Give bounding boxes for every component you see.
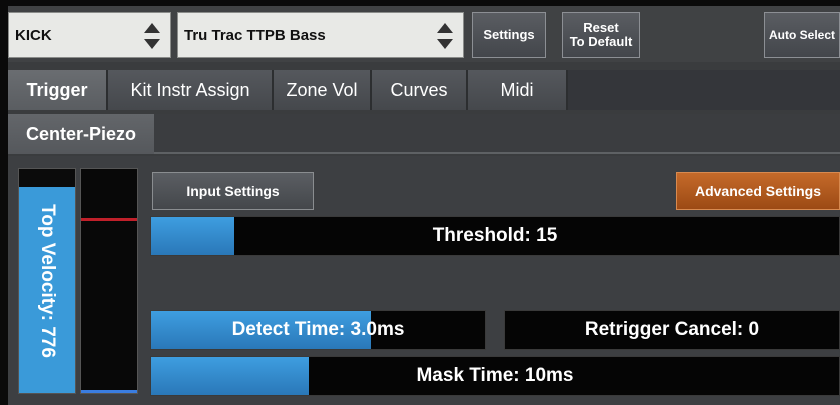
zone-bar: Center-Piezo	[8, 114, 840, 154]
tab-curves[interactable]: Curves	[372, 70, 468, 110]
up-down-arrows-icon	[144, 23, 160, 49]
mask-time-label: Mask Time: 10ms	[416, 365, 574, 386]
auto-select-button[interactable]: Auto Select	[764, 12, 840, 58]
tab-bar: Trigger Kit Instr Assign Zone Vol Curves…	[8, 70, 840, 110]
trigger-level-meter	[80, 168, 138, 394]
advanced-settings-button[interactable]: Advanced Settings	[676, 172, 840, 210]
reset-label-line1: Reset	[583, 20, 619, 35]
tab-kit-instr-assign[interactable]: Kit Instr Assign	[108, 70, 274, 110]
top-toolbar: KICK Tru Trac TTPB Bass Settings Reset T…	[8, 6, 840, 62]
auto-select-label: Auto Select	[768, 28, 835, 42]
top-velocity-label: Top Velocity: 776	[37, 204, 58, 358]
tab-label: Curves	[390, 79, 448, 100]
drum-module-screen: KICK Tru Trac TTPB Bass Settings Reset T…	[8, 6, 840, 405]
divider	[154, 152, 840, 154]
reset-label-line2: To Default	[569, 34, 633, 49]
tab-midi[interactable]: Midi	[468, 70, 568, 110]
up-down-arrows-icon	[437, 23, 453, 49]
settings-button[interactable]: Settings	[472, 12, 546, 58]
tab-label: Zone Vol	[286, 79, 358, 100]
detect-time-label: Detect Time: 3.0ms	[231, 319, 405, 340]
tab-label: Midi	[500, 79, 534, 100]
detect-time-slider[interactable]: Detect Time: 3.0ms	[150, 310, 486, 350]
mask-time-slider[interactable]: Mask Time: 10ms	[150, 356, 840, 396]
advanced-settings-label: Advanced Settings	[694, 183, 822, 199]
trigger-type-select[interactable]: Tru Trac TTPB Bass	[177, 12, 464, 58]
tab-trigger[interactable]: Trigger	[8, 70, 108, 110]
retrigger-cancel-label: Retrigger Cancel: 0	[584, 319, 760, 340]
threshold-label: Threshold: 15	[432, 225, 558, 246]
instrument-select-value: KICK	[15, 26, 52, 44]
settings-button-label: Settings	[483, 27, 535, 42]
input-settings-label: Input Settings	[186, 183, 280, 199]
trigger-type-value: Tru Trac TTPB Bass	[184, 26, 326, 44]
level-baseline	[81, 390, 137, 393]
zone-tab-label: Center-Piezo	[25, 123, 137, 144]
peak-indicator	[81, 217, 137, 221]
threshold-slider[interactable]: Threshold: 15	[150, 216, 840, 256]
reset-to-default-button[interactable]: Reset To Default	[562, 12, 640, 58]
retrigger-cancel-slider[interactable]: Retrigger Cancel: 0	[504, 310, 840, 350]
tab-label: Trigger	[26, 79, 88, 100]
input-settings-button[interactable]: Input Settings	[152, 172, 314, 210]
trigger-panel: Top Velocity: 776 Input Settings Advance…	[8, 156, 840, 405]
top-velocity-bar[interactable]: Top Velocity: 776	[18, 168, 76, 394]
instrument-select[interactable]: KICK	[8, 12, 171, 58]
zone-tab-center-piezo[interactable]: Center-Piezo	[8, 114, 154, 154]
tab-zone-vol[interactable]: Zone Vol	[274, 70, 372, 110]
tab-label: Kit Instr Assign	[130, 79, 250, 100]
